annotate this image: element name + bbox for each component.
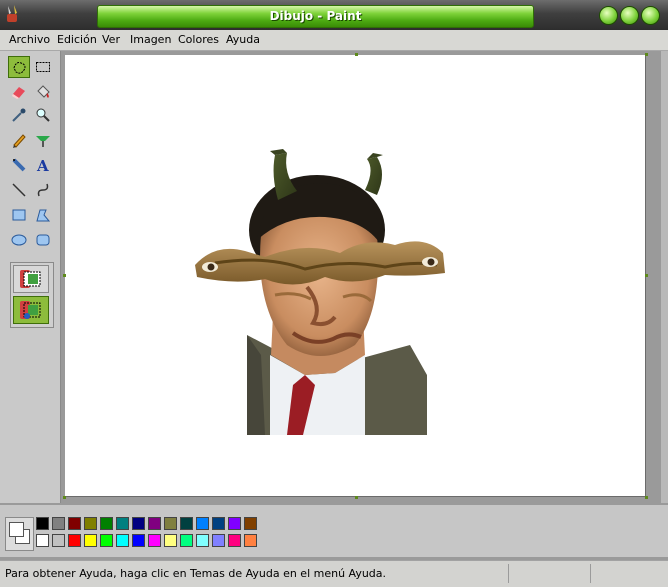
color-swatch[interactable] xyxy=(212,534,225,547)
color-swatch[interactable] xyxy=(244,517,257,530)
brush-icon xyxy=(36,136,50,147)
color-swatch[interactable] xyxy=(180,517,193,530)
window-title: Dibujo - Paint xyxy=(269,9,362,23)
menu-imagen[interactable]: Imagen xyxy=(130,33,171,46)
transparent-selection-icon xyxy=(20,301,41,319)
rectangle-icon xyxy=(12,209,26,221)
color-swatch[interactable] xyxy=(84,517,97,530)
opaque-selection-icon xyxy=(20,270,41,288)
tool-polygon[interactable] xyxy=(32,204,54,226)
canvas-resize-handle[interactable] xyxy=(355,496,358,499)
svg-text:A: A xyxy=(36,157,49,173)
current-colors-box[interactable] xyxy=(5,517,34,551)
canvas-resize-handle[interactable] xyxy=(645,53,648,56)
tool-magnifier[interactable] xyxy=(32,104,54,126)
text-icon: A xyxy=(36,157,49,173)
minimize-button[interactable] xyxy=(599,6,618,25)
tool-options-box xyxy=(10,262,54,328)
tool-ellipse[interactable] xyxy=(8,229,30,251)
tool-rect-select[interactable] xyxy=(32,56,54,78)
canvas-resize-handle[interactable] xyxy=(645,274,648,277)
canvas-resize-handle[interactable] xyxy=(645,496,648,499)
canvas-resize-handle[interactable] xyxy=(355,53,358,56)
tool-free-form-select[interactable] xyxy=(8,56,30,78)
menu-colores[interactable]: Colores xyxy=(178,33,219,46)
color-swatch[interactable] xyxy=(52,534,65,547)
menu-ver[interactable]: Ver xyxy=(102,33,120,46)
tool-rectangle[interactable] xyxy=(8,204,30,226)
rect-select-icon xyxy=(36,62,50,72)
color-swatch[interactable] xyxy=(68,534,81,547)
transparent-selection-option[interactable] xyxy=(13,296,49,324)
color-swatch[interactable] xyxy=(164,534,177,547)
paint-app-icon[interactable] xyxy=(5,4,21,24)
line-icon xyxy=(12,183,26,197)
opaque-selection-option[interactable] xyxy=(13,265,49,293)
color-swatch[interactable] xyxy=(148,517,161,530)
drawing-canvas[interactable] xyxy=(63,53,648,499)
curve-icon xyxy=(37,183,49,197)
menu-edicion[interactable]: Edición xyxy=(57,33,97,46)
foreground-color xyxy=(9,522,24,537)
tool-pencil[interactable] xyxy=(8,129,30,151)
color-swatch[interactable] xyxy=(116,534,129,547)
menu-bar: Archivo Edición Ver Imagen Colores Ayuda xyxy=(0,30,668,51)
close-button[interactable] xyxy=(641,6,660,25)
toolbox: A xyxy=(0,51,61,503)
title-bar[interactable]: Dibujo - Paint xyxy=(0,0,668,30)
tool-text[interactable]: A xyxy=(32,154,54,176)
status-bar: Para obtener Ayuda, haga clic en Temas d… xyxy=(0,560,668,587)
status-separator xyxy=(590,564,591,583)
color-swatch[interactable] xyxy=(228,534,241,547)
menu-ayuda[interactable]: Ayuda xyxy=(226,33,260,46)
status-separator xyxy=(508,564,509,583)
color-swatch[interactable] xyxy=(84,534,97,547)
vertical-scrollbar[interactable] xyxy=(661,51,668,503)
ellipse-icon xyxy=(11,234,27,246)
magnifier-icon xyxy=(36,108,50,122)
canvas-resize-handle[interactable] xyxy=(63,496,66,499)
workspace xyxy=(61,51,661,503)
tool-color-picker[interactable] xyxy=(8,104,30,126)
tool-airbrush[interactable] xyxy=(8,154,30,176)
pencil-icon xyxy=(13,134,26,148)
color-swatch[interactable] xyxy=(180,534,193,547)
color-picker-icon xyxy=(12,108,26,122)
menu-archivo[interactable]: Archivo xyxy=(9,33,50,46)
rounded-rect-icon xyxy=(36,234,50,246)
color-swatch[interactable] xyxy=(36,517,49,530)
tool-rounded-rect[interactable] xyxy=(32,229,54,251)
tool-brush[interactable] xyxy=(32,129,54,151)
color-swatch[interactable] xyxy=(68,517,81,530)
tool-curve[interactable] xyxy=(32,179,54,201)
color-swatch[interactable] xyxy=(244,534,257,547)
color-swatch[interactable] xyxy=(148,534,161,547)
color-swatch[interactable] xyxy=(212,517,225,530)
color-swatch[interactable] xyxy=(52,517,65,530)
color-swatch[interactable] xyxy=(132,534,145,547)
tool-fill[interactable] xyxy=(32,80,54,102)
airbrush-icon xyxy=(12,158,26,172)
color-swatch[interactable] xyxy=(228,517,241,530)
free-form-select-icon xyxy=(13,62,26,74)
color-swatch[interactable] xyxy=(164,517,177,530)
color-swatch[interactable] xyxy=(196,534,209,547)
tool-eraser[interactable] xyxy=(8,80,30,102)
color-swatch[interactable] xyxy=(196,517,209,530)
color-swatch[interactable] xyxy=(100,517,113,530)
color-swatch[interactable] xyxy=(36,534,49,547)
status-text: Para obtener Ayuda, haga clic en Temas d… xyxy=(5,567,387,580)
color-swatch[interactable] xyxy=(132,517,145,530)
fill-bucket-icon xyxy=(37,85,50,98)
canvas-resize-handle[interactable] xyxy=(63,274,66,277)
color-swatch[interactable] xyxy=(116,517,129,530)
eraser-icon xyxy=(12,87,25,99)
title-pill: Dibujo - Paint xyxy=(97,5,534,28)
polygon-icon xyxy=(36,209,51,222)
maximize-button[interactable] xyxy=(620,6,639,25)
canvas-image xyxy=(195,149,445,435)
tool-line[interactable] xyxy=(8,179,30,201)
color-palette xyxy=(0,505,668,557)
color-swatch[interactable] xyxy=(100,534,113,547)
